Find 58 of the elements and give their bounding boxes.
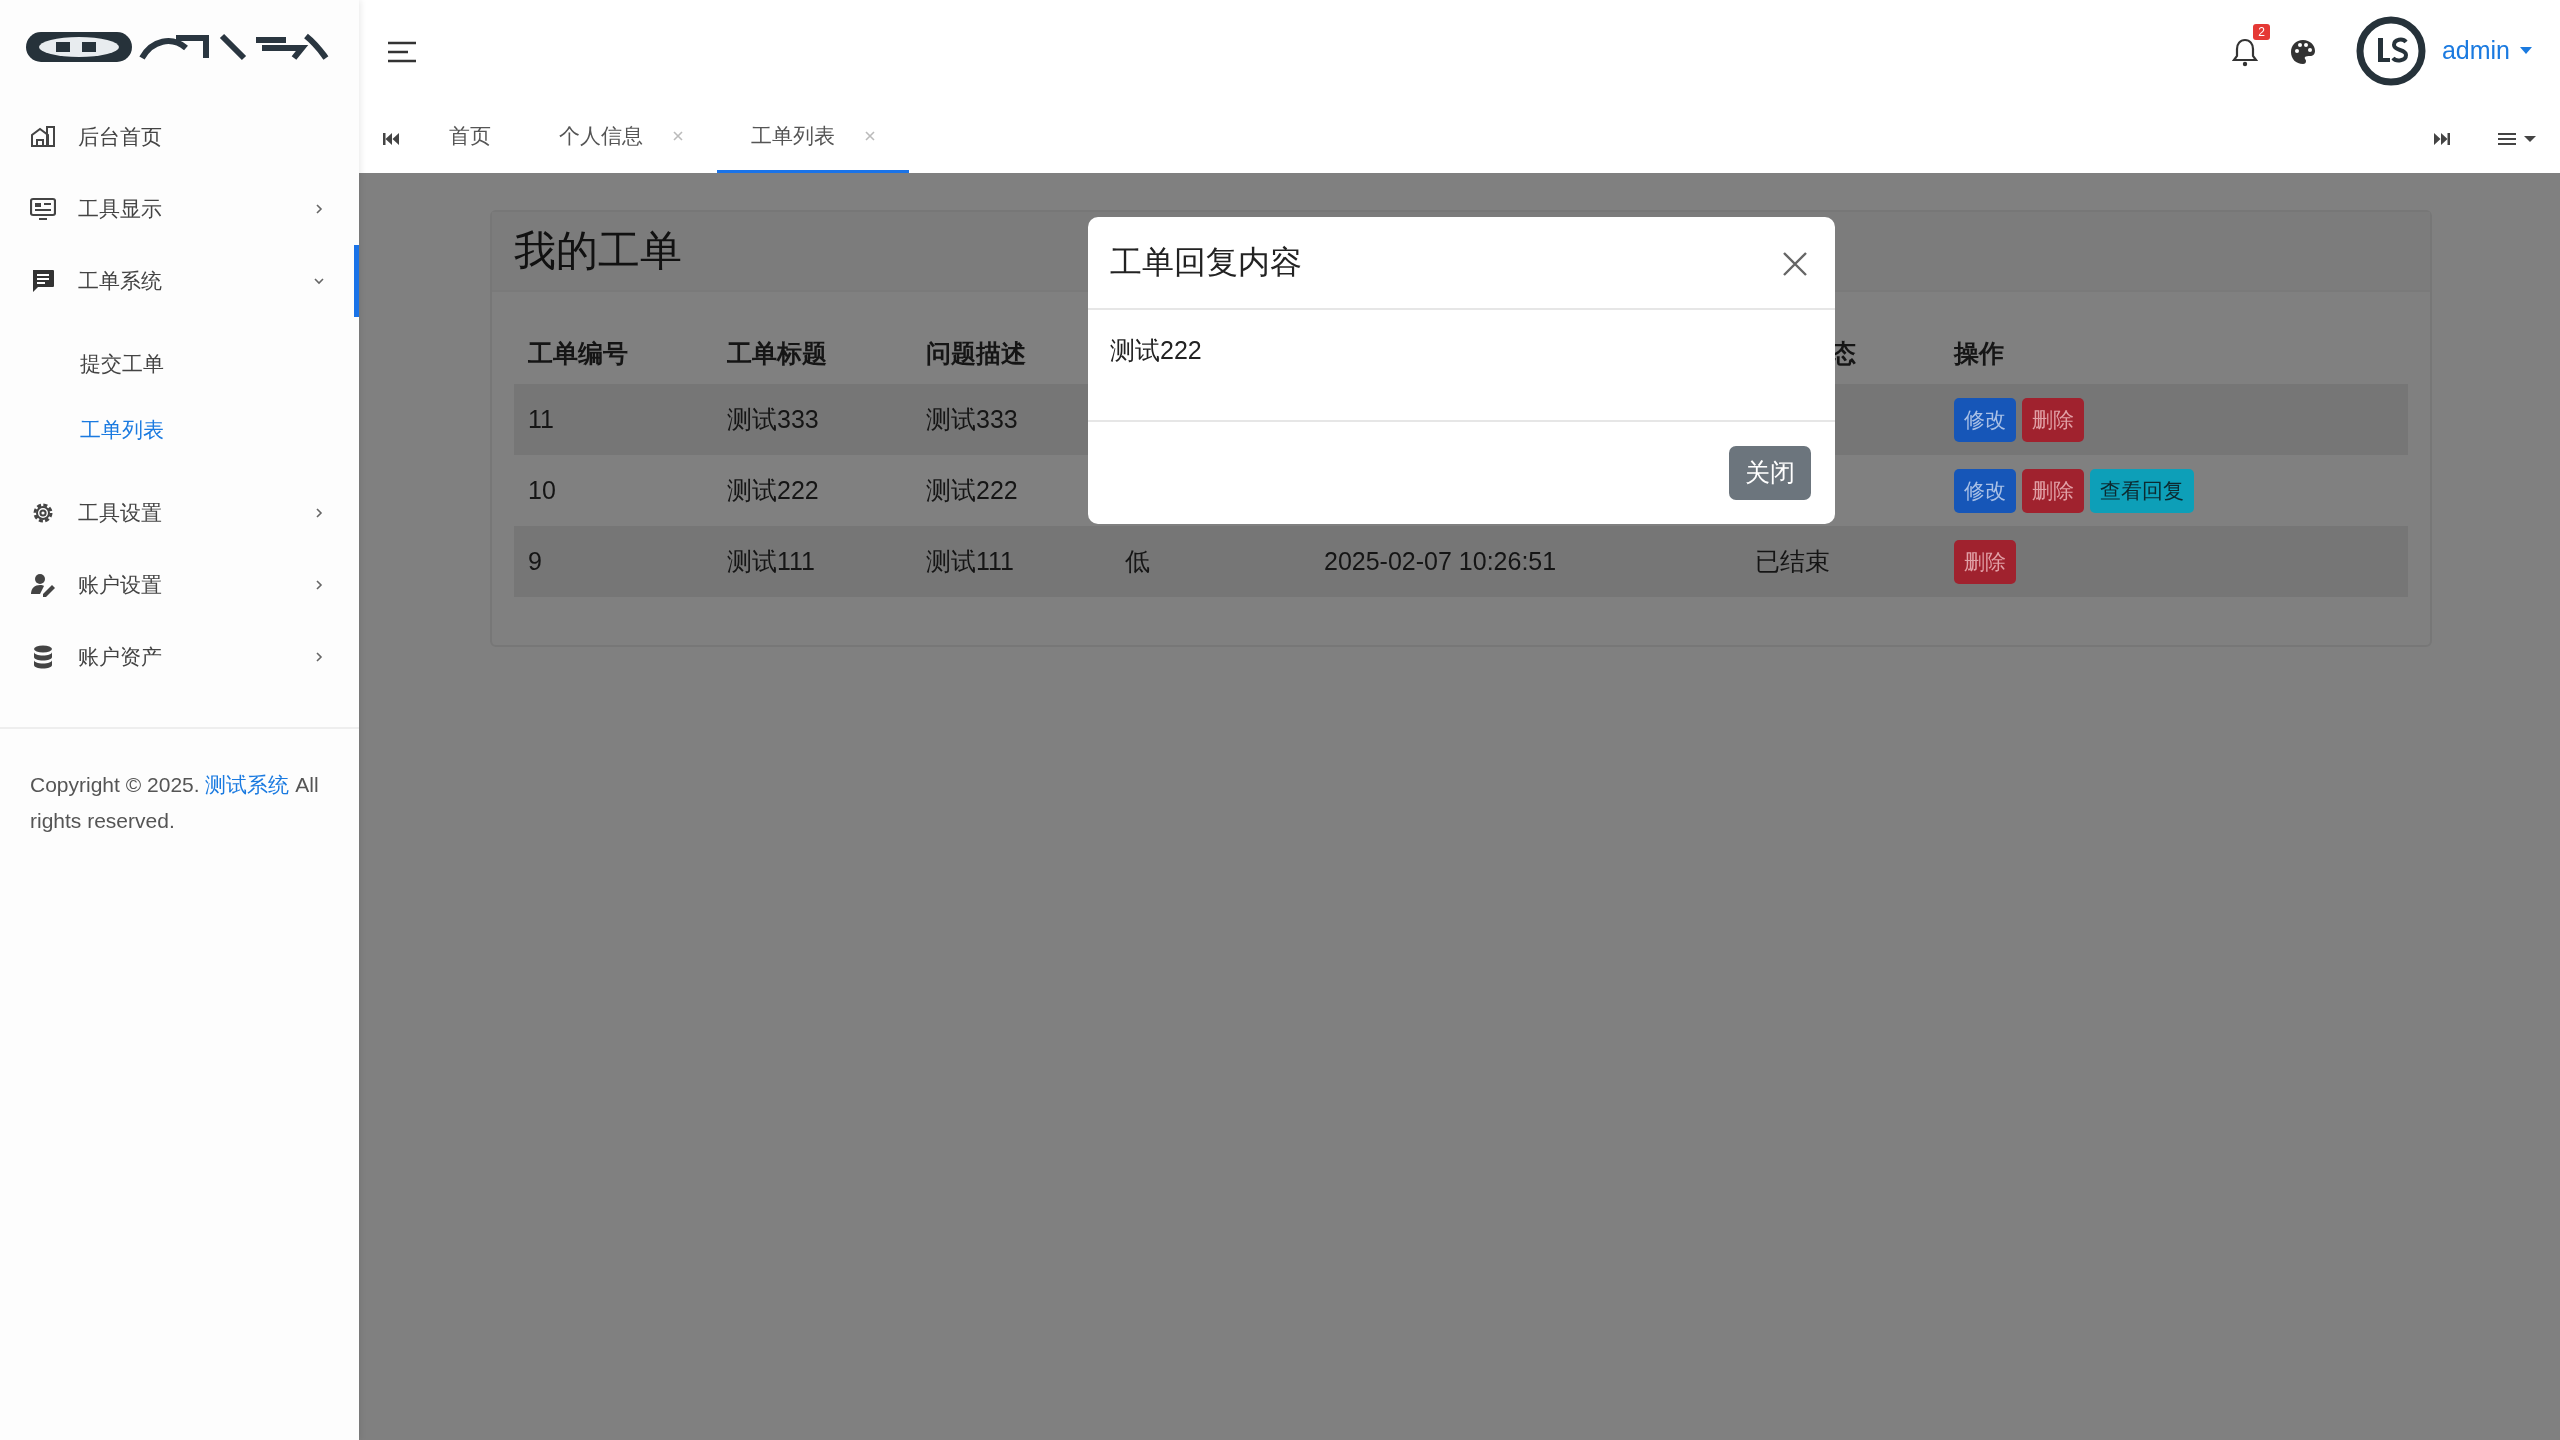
table-cell: 9 xyxy=(528,547,542,576)
table-cell: 测试222 xyxy=(727,476,819,505)
delete-button[interactable]: 删除 xyxy=(2022,469,2084,513)
sidebar-item[interactable]: 工单系统 xyxy=(0,245,359,317)
tab[interactable]: 个人信息 xyxy=(525,101,717,173)
delete-button[interactable]: 删除 xyxy=(2022,398,2084,442)
sidebar-subitem[interactable]: 工单列表 xyxy=(80,414,164,446)
column-header: 工单编号 xyxy=(528,338,628,367)
user-edit-icon xyxy=(30,572,56,598)
sidebar-subitem[interactable]: 提交工单 xyxy=(80,348,164,380)
sidebar-item[interactable]: 账户设置 xyxy=(0,549,359,621)
table-cell: 低 xyxy=(1125,547,1150,576)
delete-button[interactable]: 删除 xyxy=(1954,540,2016,584)
column-header: 工单标题 xyxy=(727,338,827,367)
chevron-icon xyxy=(313,203,325,215)
chat-icon xyxy=(30,268,56,294)
chevron-icon xyxy=(313,579,325,591)
copyright-text: Copyright © 2025. 测试系统 All rights reserved. xyxy=(30,772,320,834)
bell-icon xyxy=(2231,36,2258,67)
edit-button[interactable]: 修改 xyxy=(1954,398,2016,442)
card-title: 我的工单 xyxy=(514,226,682,276)
view-reply-button[interactable]: 查看回复 xyxy=(2090,469,2194,513)
edit-button[interactable]: 修改 xyxy=(1954,469,2016,513)
skip-forward-icon xyxy=(2434,131,2450,146)
table-cell: 11 xyxy=(528,405,554,434)
table-cell: 10 xyxy=(528,476,556,505)
notification-count: 2 xyxy=(2253,24,2270,41)
sidebar-item[interactable]: 工具显示 xyxy=(0,173,359,245)
table-cell: 测试111 xyxy=(727,547,815,576)
table-cell: 测试333 xyxy=(926,405,1018,434)
table-cell: 测试111 xyxy=(926,547,1014,576)
sidebar-item[interactable]: 账户资产 xyxy=(0,621,359,693)
monitor-icon xyxy=(30,196,56,222)
column-header: 问题描述 xyxy=(926,338,1026,367)
chevron-icon xyxy=(313,507,325,519)
menu-icon xyxy=(387,40,417,65)
table-cell: 2025-02-07 10:26:51 xyxy=(1324,547,1557,576)
close-button[interactable]: 关闭 xyxy=(1729,446,1811,500)
close-icon xyxy=(1783,252,1807,277)
footer-link[interactable]: 测试系统 xyxy=(205,773,290,796)
user-menu[interactable]: admin xyxy=(2441,31,2532,70)
table-cell: 测试222 xyxy=(926,476,1018,505)
palette-icon xyxy=(2289,39,2316,66)
caret-icon xyxy=(2520,46,2532,55)
tab[interactable]: 首页 xyxy=(415,101,525,173)
avatar xyxy=(2355,15,2426,86)
sidebar-item[interactable]: 后台首页 xyxy=(0,101,359,173)
modal-title: 工单回复内容 xyxy=(1110,243,1302,282)
chevron-icon xyxy=(313,651,325,663)
column-header: 操作 xyxy=(1954,338,2004,367)
skip-back-icon xyxy=(383,131,399,146)
modal-body-text: 测试222 xyxy=(1110,336,1202,364)
table-cell: 已结束 xyxy=(1755,547,1830,576)
menu-icon xyxy=(2498,131,2536,146)
chevron-icon xyxy=(313,275,325,287)
table-cell: 测试333 xyxy=(727,405,819,434)
building-icon xyxy=(30,124,56,150)
sidebar-item[interactable]: 工具设置 xyxy=(0,477,359,549)
